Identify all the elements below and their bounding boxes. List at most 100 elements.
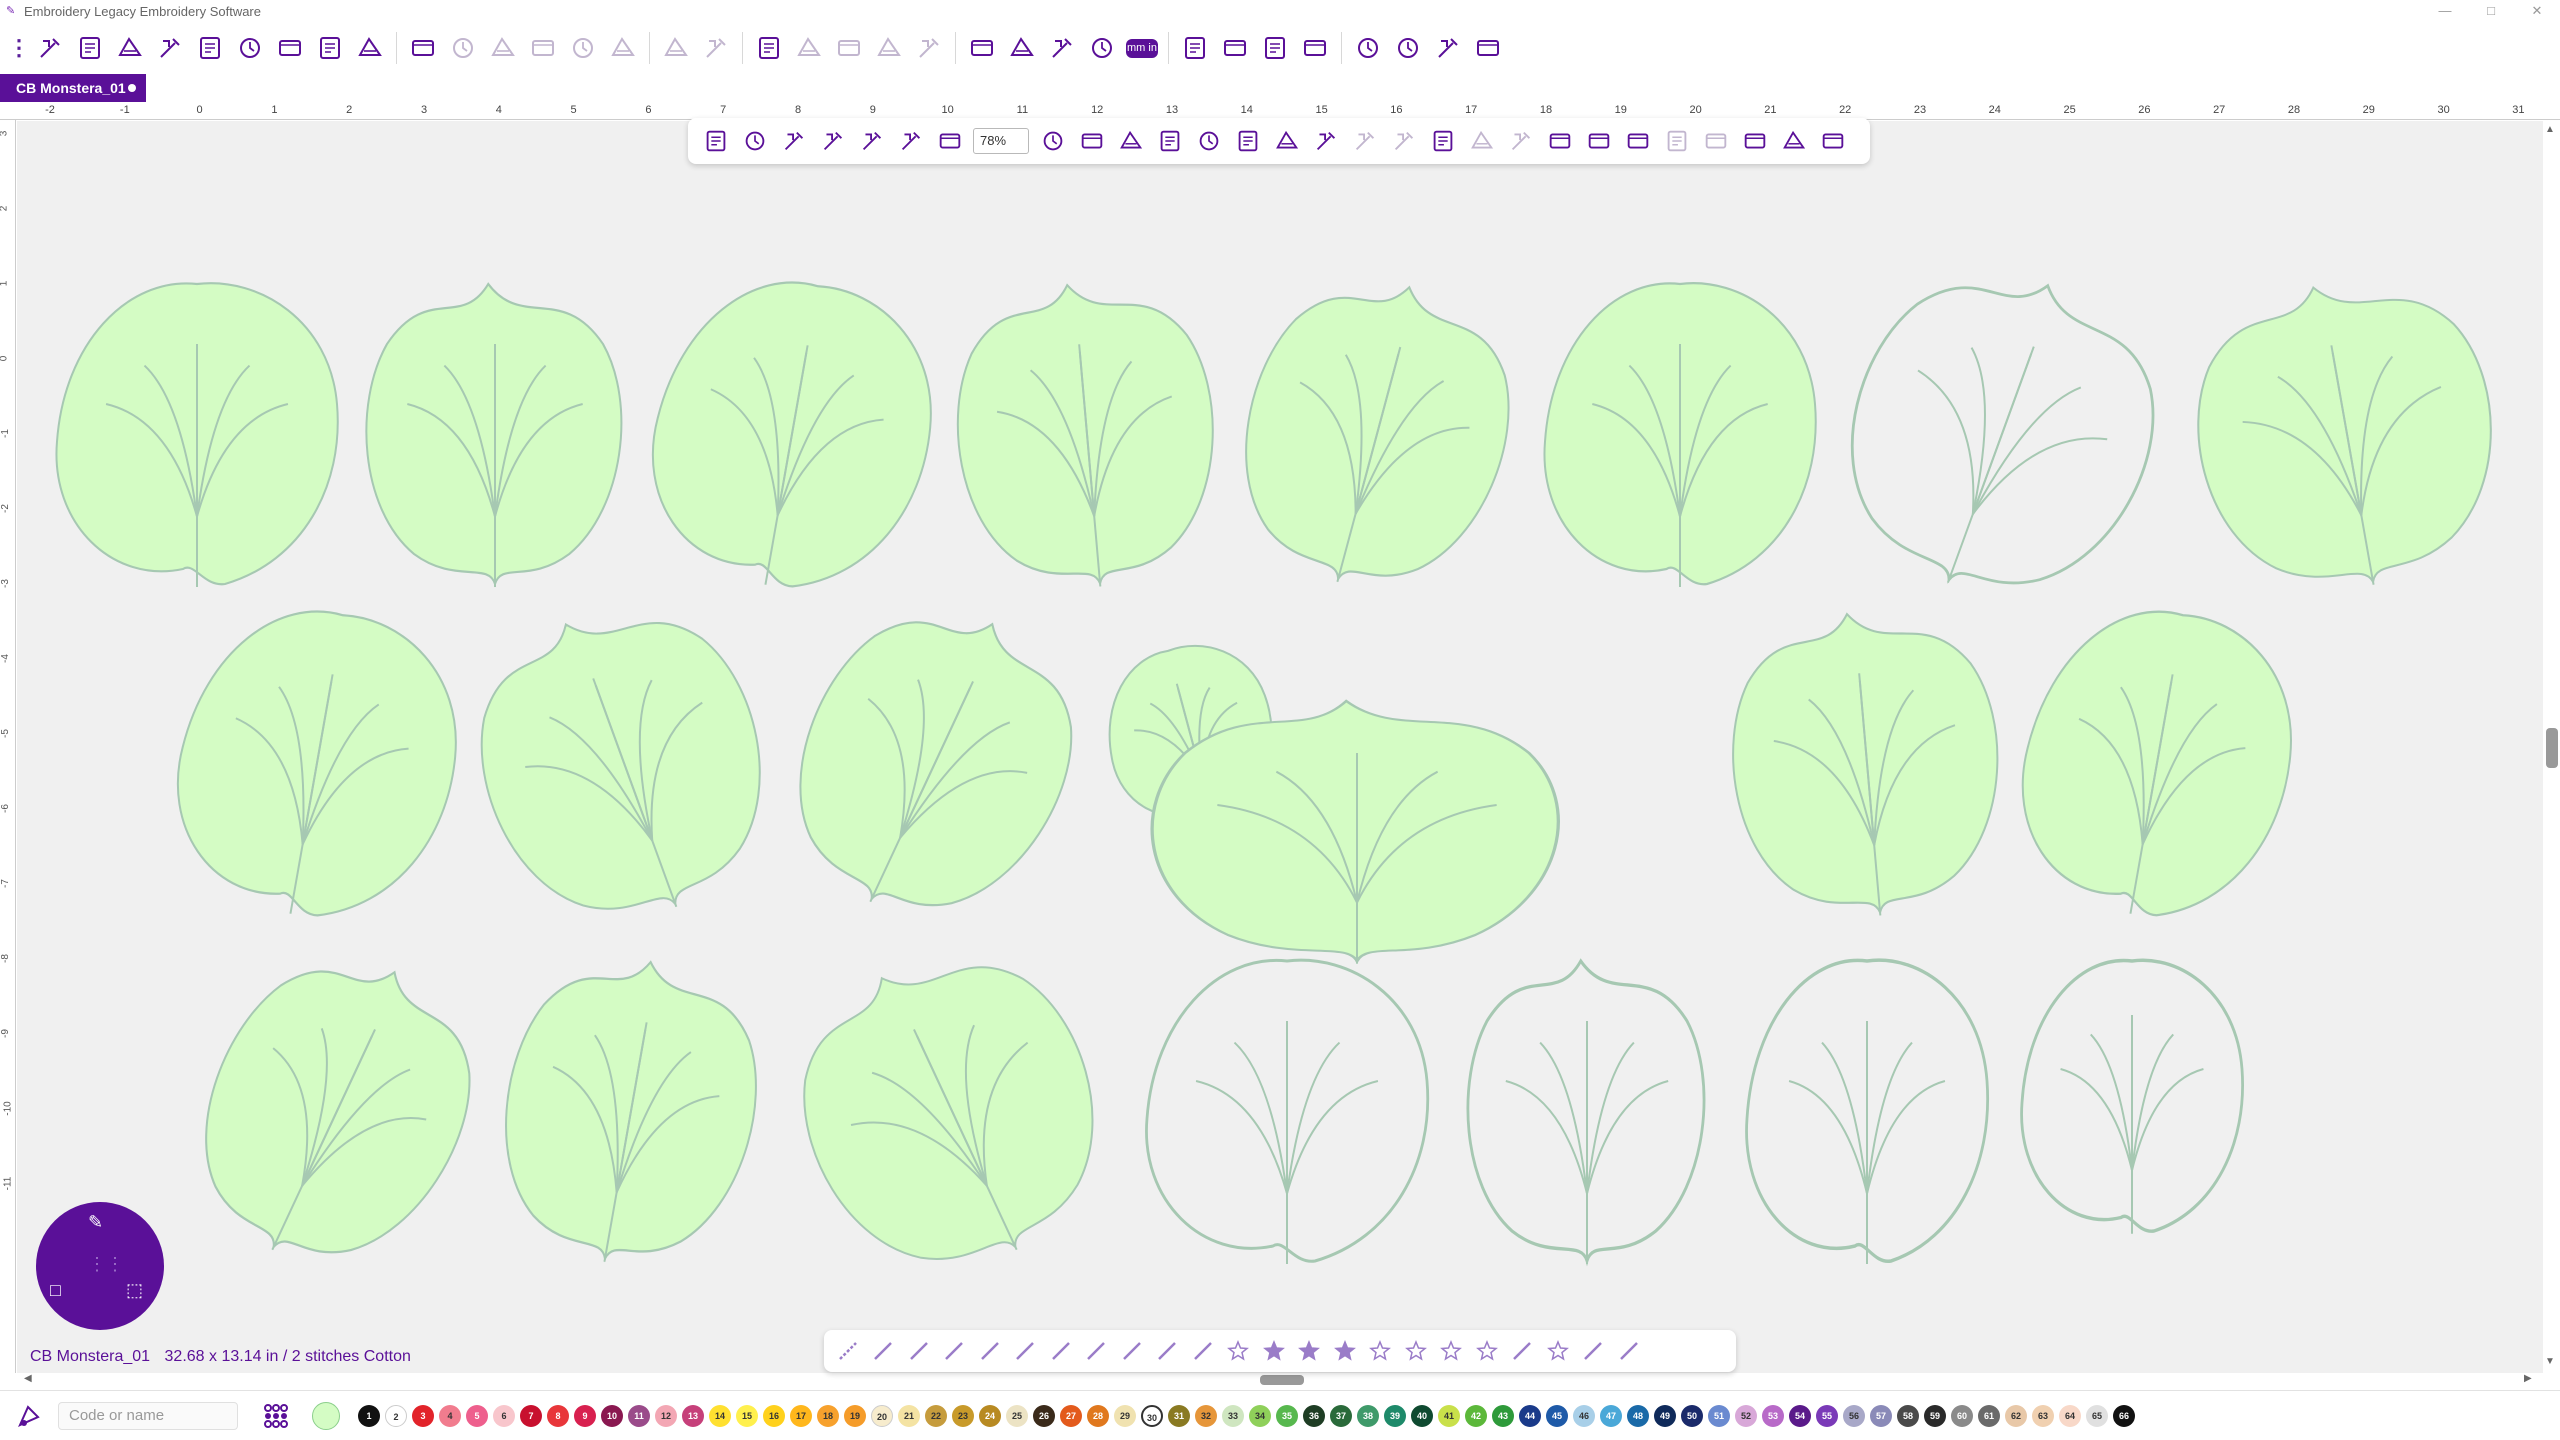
thread-swatch[interactable]: 17 bbox=[790, 1404, 812, 1427]
thread-chart-icon[interactable] bbox=[14, 1401, 44, 1431]
thread-swatch[interactable]: 54 bbox=[1789, 1404, 1811, 1427]
star-satin-icon[interactable] bbox=[1292, 1332, 1328, 1370]
design-canvas[interactable] bbox=[17, 121, 2543, 1375]
arrow-icon[interactable] bbox=[1423, 121, 1462, 161]
stitch-edit-icon[interactable]: ✎ bbox=[88, 1212, 103, 1233]
thread-swatch[interactable]: 57 bbox=[1870, 1404, 1892, 1427]
thread-swatch[interactable]: 15 bbox=[736, 1404, 758, 1427]
thread-swatch[interactable]: 3 bbox=[412, 1404, 434, 1427]
thread-swatch[interactable]: 13 bbox=[682, 1404, 704, 1427]
thread-search-input[interactable]: Code or name bbox=[58, 1401, 238, 1430]
star-outline-icon[interactable] bbox=[1221, 1332, 1257, 1370]
frame-icon[interactable] bbox=[1295, 28, 1335, 68]
vertical-scrollbar[interactable]: ▲ ▼ bbox=[2543, 120, 2560, 1380]
thread-swatch[interactable]: 44 bbox=[1519, 1404, 1541, 1427]
thread-swatch[interactable]: 34 bbox=[1249, 1404, 1271, 1427]
group-icon[interactable] bbox=[656, 28, 696, 68]
open-folder-icon[interactable] bbox=[190, 28, 230, 68]
monstera-leaf[interactable] bbox=[2022, 960, 2243, 1233]
thread-swatch[interactable]: 33 bbox=[1222, 1404, 1244, 1427]
star-run-icon[interactable] bbox=[1398, 1332, 1434, 1370]
thread-swatch[interactable]: 26 bbox=[1033, 1404, 1055, 1427]
monstera-leaf[interactable] bbox=[1152, 701, 1558, 964]
thread-grid-icon[interactable] bbox=[262, 1402, 290, 1430]
thread-swatch[interactable]: 18 bbox=[817, 1404, 839, 1427]
select-icon[interactable] bbox=[696, 121, 735, 161]
thread-swatch[interactable]: 9 bbox=[574, 1404, 596, 1427]
thread-swatch[interactable]: 16 bbox=[763, 1404, 785, 1427]
monitor-icon[interactable] bbox=[1033, 121, 1072, 161]
thread-swatch[interactable]: 20 bbox=[871, 1404, 893, 1427]
vertical-scroll-thumb[interactable] bbox=[2546, 728, 2558, 768]
undo-icon[interactable] bbox=[403, 28, 443, 68]
star-fill-icon[interactable] bbox=[1256, 1332, 1292, 1370]
thread-swatch[interactable]: 66 bbox=[2113, 1404, 2135, 1427]
realistic-icon[interactable] bbox=[1175, 28, 1215, 68]
satin-path-icon[interactable] bbox=[1043, 1332, 1079, 1370]
image-icon[interactable] bbox=[1255, 28, 1295, 68]
thread-swatch[interactable]: 21 bbox=[898, 1404, 920, 1427]
monstera-leaf[interactable] bbox=[1721, 602, 2011, 927]
grid-icon[interactable] bbox=[1002, 28, 1042, 68]
open-icon[interactable] bbox=[150, 28, 190, 68]
align-icon[interactable] bbox=[829, 28, 869, 68]
thread-swatch[interactable]: 56 bbox=[1843, 1404, 1865, 1427]
layers-toggle-icon[interactable] bbox=[1215, 28, 1255, 68]
select-box-icon[interactable] bbox=[774, 121, 813, 161]
pan-icon[interactable] bbox=[891, 121, 930, 161]
motif-stitch-icon[interactable] bbox=[901, 1332, 937, 1370]
applique-shape-icon[interactable] bbox=[1576, 1332, 1612, 1370]
cross-stitch-icon[interactable] bbox=[1150, 1332, 1186, 1370]
thread-swatch[interactable]: 41 bbox=[1438, 1404, 1460, 1427]
thread-swatch[interactable]: 53 bbox=[1762, 1404, 1784, 1427]
thread-swatch[interactable]: 37 bbox=[1330, 1404, 1352, 1427]
curve-icon[interactable] bbox=[1345, 121, 1384, 161]
monstera-leaf[interactable] bbox=[1809, 238, 2191, 632]
fill-path-icon[interactable] bbox=[1114, 1332, 1150, 1370]
save-as-icon[interactable] bbox=[270, 28, 310, 68]
radial-tool-menu[interactable]: ✎ ⋮⋮ □ ⬚ bbox=[36, 1202, 164, 1330]
star-applique-icon[interactable] bbox=[1363, 1332, 1399, 1370]
image-edit-icon[interactable] bbox=[1774, 121, 1813, 161]
zoom-input[interactable]: 78% bbox=[973, 128, 1029, 154]
thread-swatch[interactable]: 61 bbox=[1978, 1404, 2000, 1427]
menu-icon[interactable]: ⋮ bbox=[8, 35, 30, 61]
density-icon[interactable] bbox=[1735, 121, 1774, 161]
monstera-leaf[interactable] bbox=[160, 923, 511, 1301]
save-design-icon[interactable] bbox=[1228, 121, 1267, 161]
monstera-leaf[interactable] bbox=[1468, 961, 1704, 1264]
thread-swatch[interactable]: 45 bbox=[1546, 1404, 1568, 1427]
thread-swatch[interactable]: 23 bbox=[952, 1404, 974, 1427]
thread-swatch[interactable]: 62 bbox=[2005, 1404, 2027, 1427]
resize-icon[interactable] bbox=[1813, 121, 1852, 161]
edit-stitch-icon[interactable] bbox=[1267, 121, 1306, 161]
thread-swatch[interactable]: 24 bbox=[979, 1404, 1001, 1427]
thread-swatch[interactable]: 29 bbox=[1114, 1404, 1136, 1427]
delete-icon[interactable] bbox=[603, 28, 643, 68]
monstera-leaf[interactable] bbox=[56, 283, 337, 587]
zoom-icon[interactable] bbox=[930, 121, 969, 161]
thread-swatch[interactable]: 28 bbox=[1087, 1404, 1109, 1427]
star-motif-icon[interactable] bbox=[1434, 1332, 1470, 1370]
monstera-leaf[interactable] bbox=[366, 284, 621, 587]
thread-swatch[interactable]: 11 bbox=[628, 1404, 650, 1427]
monstera-leaf[interactable] bbox=[1544, 283, 1815, 587]
stack-icon[interactable] bbox=[1428, 28, 1468, 68]
horizontal-scroll-thumb[interactable] bbox=[1260, 1375, 1304, 1385]
monstera-leaf[interactable] bbox=[754, 573, 1113, 955]
ungroup-icon[interactable] bbox=[696, 28, 736, 68]
save-icon[interactable] bbox=[230, 28, 270, 68]
thread-swatch[interactable]: 59 bbox=[1924, 1404, 1946, 1427]
star-shape-icon[interactable] bbox=[1540, 1332, 1576, 1370]
remove-icon[interactable] bbox=[1501, 121, 1540, 161]
thread-swatch[interactable]: 7 bbox=[520, 1404, 542, 1427]
thread-swatch[interactable]: 38 bbox=[1357, 1404, 1379, 1427]
scroll-left-icon[interactable]: ◀ bbox=[24, 1373, 32, 1384]
zigzag-stitch-icon[interactable] bbox=[937, 1332, 973, 1370]
mirror-icon[interactable] bbox=[789, 28, 829, 68]
edit-icon[interactable] bbox=[110, 28, 150, 68]
thread-swatch[interactable]: 19 bbox=[844, 1404, 866, 1427]
close-button[interactable]: ✕ bbox=[2514, 0, 2560, 22]
thread-swatch[interactable]: 48 bbox=[1627, 1404, 1649, 1427]
paste-icon[interactable] bbox=[563, 28, 603, 68]
